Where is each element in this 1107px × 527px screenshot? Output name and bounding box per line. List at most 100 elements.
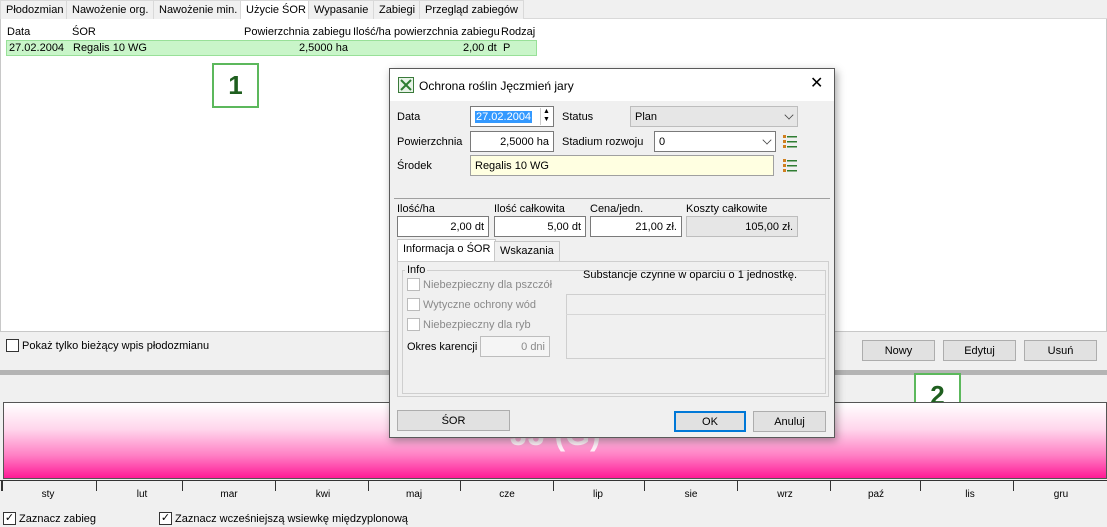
list-picker-icon[interactable] bbox=[782, 133, 798, 149]
delete-button[interactable]: Usuń bbox=[1024, 340, 1097, 361]
stage-value: 0 bbox=[659, 135, 666, 148]
tab-plodozmian[interactable]: Płodozmian bbox=[0, 0, 70, 19]
list-picker-icon[interactable] bbox=[782, 157, 798, 173]
active-substances-list[interactable] bbox=[566, 294, 826, 359]
checkbox-box[interactable]: ✓ bbox=[159, 512, 172, 525]
cell-area: 2,5000 ha bbox=[299, 42, 348, 54]
water-label: Wytyczne ochrony wód bbox=[423, 298, 537, 311]
tab-uzycie-sor[interactable]: Użycie ŚOR bbox=[240, 0, 312, 20]
checkbox-box[interactable] bbox=[6, 339, 19, 352]
cell-sor: Regalis 10 WG bbox=[73, 42, 147, 54]
mark-earlier-undersowing-label: Zaznacz wcześniejszą wsiewkę międzyplono… bbox=[175, 512, 408, 525]
timeline-months-axis: sty lut mar kwi maj cze lip sie wrz paź … bbox=[0, 480, 1107, 502]
col-header-kind[interactable]: Rodzaj bbox=[501, 26, 535, 38]
chevron-down-icon bbox=[762, 135, 772, 145]
qty-total-field[interactable]: 5,00 dt bbox=[494, 216, 586, 237]
month-label: lis bbox=[965, 489, 975, 500]
area-label: Powierzchnia bbox=[397, 136, 463, 148]
col-header-sor[interactable]: ŚOR bbox=[72, 26, 96, 38]
show-current-only-label: Pokaż tylko bieżący wpis płodozmianu bbox=[22, 339, 210, 352]
col-header-qty-ha[interactable]: Ilość/ha bbox=[353, 26, 391, 38]
month-label: kwi bbox=[315, 489, 331, 500]
bees-checkbox: Niebezpieczny dla pszczół bbox=[407, 278, 552, 291]
month-label: lip bbox=[592, 489, 603, 500]
date-spin-icon[interactable]: ▲ ▼ bbox=[540, 108, 552, 125]
annotation-badge-1: 1 bbox=[212, 63, 259, 108]
dialog-title: Ochrona roślin Jęczmień jary bbox=[419, 79, 574, 93]
info-group-label: Info bbox=[405, 264, 428, 276]
month-tick bbox=[737, 481, 738, 491]
cell-qty-ha: 2,00 dt bbox=[463, 42, 497, 54]
cell-date: 27.02.2004 bbox=[9, 42, 65, 54]
month-label: cze bbox=[499, 489, 515, 500]
close-icon[interactable]: ✕ bbox=[810, 76, 823, 92]
agent-label: Środek bbox=[397, 160, 432, 172]
sor-button[interactable]: ŚOR bbox=[397, 410, 510, 431]
dialog-titlebar[interactable]: Ochrona roślin Jęczmień jary ✕ bbox=[390, 69, 834, 101]
status-label: Status bbox=[562, 111, 594, 123]
month-label: sie bbox=[684, 489, 698, 500]
qty-ha-label: Ilość/ha bbox=[397, 203, 435, 215]
status-select[interactable]: Plan bbox=[630, 106, 798, 127]
fish-label: Niebezpieczny dla ryb bbox=[423, 318, 531, 331]
water-checkbox: Wytyczne ochrony wód bbox=[407, 298, 536, 311]
tab-zabiegi[interactable]: Zabiegi bbox=[373, 0, 422, 19]
tab-indications[interactable]: Wskazania bbox=[494, 241, 560, 261]
cell-kind: P bbox=[503, 42, 511, 54]
qty-total-label: Ilość całkowita bbox=[494, 203, 565, 215]
divider bbox=[394, 198, 830, 199]
month-label: wrz bbox=[777, 489, 793, 500]
new-button[interactable]: Nowy bbox=[862, 340, 935, 361]
area-field[interactable]: 2,5000 ha bbox=[470, 131, 554, 152]
crop-protection-dialog: Ochrona roślin Jęczmień jary ✕ Data 27.0… bbox=[389, 68, 835, 438]
show-current-only-checkbox[interactable]: Pokaż tylko bieżący wpis płodozmianu bbox=[6, 339, 209, 352]
qty-ha-field[interactable]: 2,00 dt bbox=[397, 216, 489, 237]
active-substances-heading: Substancje czynne w oparciu o 1 jednostk… bbox=[583, 269, 798, 281]
module-tabs: Płodozmian Nawożenie org. Nawożenie min.… bbox=[0, 0, 1107, 20]
agent-field[interactable]: Regalis 10 WG bbox=[470, 155, 774, 176]
checkbox-box bbox=[407, 318, 420, 331]
divider bbox=[566, 314, 826, 315]
month-label: maj bbox=[405, 489, 423, 500]
cancel-button[interactable]: Anuluj bbox=[753, 411, 826, 432]
price-field[interactable]: 21,00 zł. bbox=[590, 216, 682, 237]
month-label: gru bbox=[1053, 489, 1069, 500]
status-value: Plan bbox=[635, 110, 658, 123]
checkbox-box bbox=[407, 278, 420, 291]
month-tick bbox=[275, 481, 276, 491]
tab-wypasanie[interactable]: Wypasanie bbox=[308, 0, 375, 19]
mark-treatment-label: Zaznacz zabieg bbox=[19, 512, 97, 525]
tab-sor-info[interactable]: Informacja o ŚOR bbox=[397, 239, 497, 262]
app-icon bbox=[398, 77, 414, 93]
month-label: lut bbox=[136, 489, 148, 500]
stage-select[interactable]: 0 bbox=[654, 131, 776, 152]
tab-nawozenie-org[interactable]: Nawożenie org. bbox=[66, 0, 155, 19]
edit-button[interactable]: Edytuj bbox=[943, 340, 1016, 361]
waiting-period-label: Okres karencji bbox=[407, 341, 478, 353]
mark-earlier-undersowing-checkbox[interactable]: ✓ Zaznacz wcześniejszą wsiewkę międzyplo… bbox=[159, 512, 408, 525]
stage-label: Stadium rozwoju bbox=[562, 136, 644, 148]
fish-checkbox: Niebezpieczny dla ryb bbox=[407, 318, 531, 331]
ok-button[interactable]: OK bbox=[674, 411, 746, 432]
table-row[interactable]: 27.02.2004 Regalis 10 WG 2,5000 ha 2,00 … bbox=[6, 40, 537, 56]
tab-przeglad-zabiegow[interactable]: Przegląd zabiegów bbox=[419, 0, 524, 19]
waiting-period-field: 0 dni bbox=[480, 336, 550, 357]
checkbox-box bbox=[407, 298, 420, 311]
price-label: Cena/jedn. bbox=[590, 203, 644, 215]
cost-total-label: Koszty całkowite bbox=[686, 203, 768, 215]
chevron-down-icon bbox=[784, 110, 794, 120]
col-header-treatment-area[interactable]: powierzchnia zabiegu bbox=[394, 26, 500, 38]
col-header-date[interactable]: Data bbox=[7, 26, 30, 38]
month-label: sty bbox=[41, 489, 55, 500]
mark-treatment-checkbox[interactable]: ✓ Zaznacz zabieg bbox=[3, 512, 96, 525]
cost-total-field: 105,00 zł. bbox=[686, 216, 798, 237]
month-label: paź bbox=[867, 489, 885, 500]
date-value: 27.02.2004 bbox=[475, 110, 533, 123]
date-field[interactable]: 27.02.2004 ▲ ▼ bbox=[470, 106, 554, 127]
month-label: mar bbox=[220, 489, 238, 500]
tab-nawozenie-min[interactable]: Nawożenie min. bbox=[153, 0, 244, 19]
checkbox-box[interactable]: ✓ bbox=[3, 512, 16, 525]
bees-label: Niebezpieczny dla pszczół bbox=[423, 278, 553, 291]
col-header-area[interactable]: Powierzchnia zabiegu bbox=[244, 26, 351, 38]
date-label: Data bbox=[397, 111, 421, 123]
